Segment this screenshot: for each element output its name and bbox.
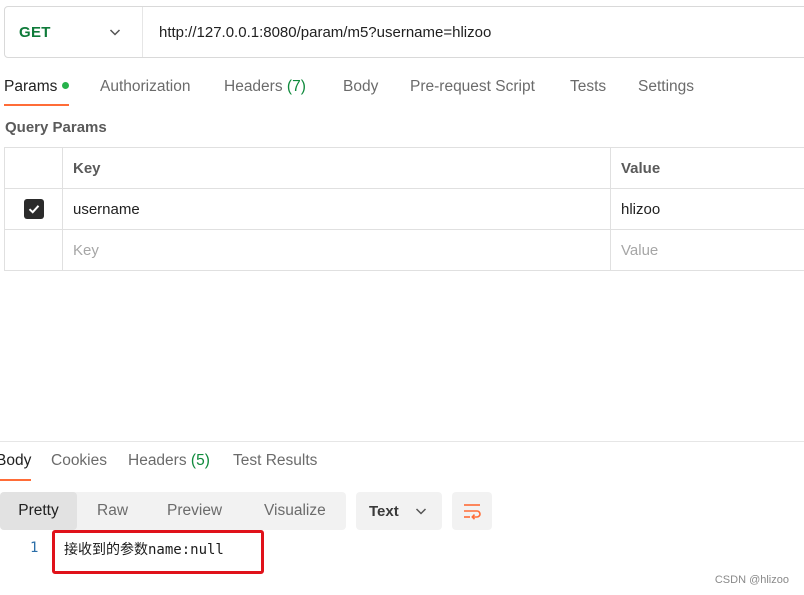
- row-check-cell: [5, 189, 63, 229]
- response-tab-cookies[interactable]: Cookies: [51, 452, 107, 470]
- tab-pre-request-script-label: Pre-request Script: [410, 78, 535, 95]
- method-label: GET: [19, 23, 51, 41]
- tab-headers-count: (7): [286, 78, 306, 95]
- query-params-title: Query Params: [5, 119, 107, 136]
- view-preview-button[interactable]: Preview: [167, 492, 222, 530]
- format-select-label: Text: [369, 502, 399, 520]
- tab-authorization[interactable]: Authorization: [100, 78, 190, 96]
- tab-headers-label: Headers: [224, 78, 283, 95]
- response-body-text: 接收到的参数name:null: [64, 542, 224, 558]
- tab-headers[interactable]: Headers (7): [224, 78, 306, 96]
- table-row-empty: Key Value: [5, 230, 804, 271]
- chevron-down-icon: [108, 25, 122, 39]
- view-mode-group: Pretty Raw Preview Visualize: [0, 492, 346, 530]
- method-select[interactable]: GET: [5, 7, 143, 57]
- response-tabs: Body Cookies Headers (5) Test Results: [0, 452, 804, 482]
- wrap-lines-button[interactable]: [452, 492, 492, 530]
- empty-check-cell: [5, 230, 63, 270]
- wrap-lines-icon: [464, 504, 481, 520]
- response-tab-headers[interactable]: Headers (5): [128, 452, 210, 470]
- response-tab-test-results[interactable]: Test Results: [233, 452, 317, 470]
- tab-tests-label: Tests: [570, 78, 607, 95]
- response-tab-headers-count: (5): [190, 452, 210, 469]
- response-tab-headers-label: Headers: [128, 452, 187, 469]
- view-raw-button[interactable]: Raw: [97, 492, 128, 530]
- active-tab-underline: [4, 104, 69, 106]
- param-value-field[interactable]: hlizoo: [611, 189, 804, 229]
- view-visualize-button[interactable]: Visualize: [264, 492, 326, 530]
- params-table: Key Value username hlizoo Key Value: [4, 147, 804, 271]
- tab-body-label: Body: [343, 78, 379, 95]
- tab-authorization-label: Authorization: [100, 78, 191, 95]
- tab-params[interactable]: Params: [4, 78, 70, 96]
- table-header-row: Key Value: [5, 148, 804, 189]
- tab-settings-label: Settings: [638, 78, 695, 95]
- tab-tests[interactable]: Tests: [570, 78, 606, 96]
- table-row: username hlizoo: [5, 189, 804, 230]
- watermark: CSDN @hlizoo: [714, 574, 789, 586]
- request-bar: GET http://127.0.0.1:8080/param/m5?usern…: [4, 6, 804, 58]
- response-divider: [0, 441, 804, 442]
- param-checkbox[interactable]: [23, 199, 44, 219]
- request-tabs: Params Authorization Headers (7) Body Pr…: [0, 70, 804, 106]
- response-tab-body[interactable]: Body: [0, 452, 31, 470]
- checkmark-icon: [28, 205, 39, 214]
- column-header-key: Key: [63, 148, 611, 188]
- new-key-input[interactable]: Key: [63, 230, 611, 270]
- format-select[interactable]: Text: [356, 492, 442, 530]
- params-indicator-dot: [62, 82, 70, 89]
- view-pretty-button[interactable]: Pretty: [0, 492, 77, 530]
- tab-body[interactable]: Body: [343, 78, 378, 96]
- column-header-value: Value: [611, 148, 804, 188]
- tab-params-label: Params: [4, 78, 58, 95]
- tab-pre-request-script[interactable]: Pre-request Script: [410, 78, 535, 96]
- header-check-cell: [5, 148, 63, 188]
- response-active-tab-underline: [0, 479, 31, 481]
- chevron-down-icon: [414, 504, 428, 518]
- url-input[interactable]: http://127.0.0.1:8080/param/m5?username=…: [143, 24, 491, 41]
- new-value-input[interactable]: Value: [611, 230, 804, 270]
- tab-settings[interactable]: Settings: [638, 78, 694, 96]
- param-key-field[interactable]: username: [63, 189, 611, 229]
- line-number: 1: [30, 540, 39, 556]
